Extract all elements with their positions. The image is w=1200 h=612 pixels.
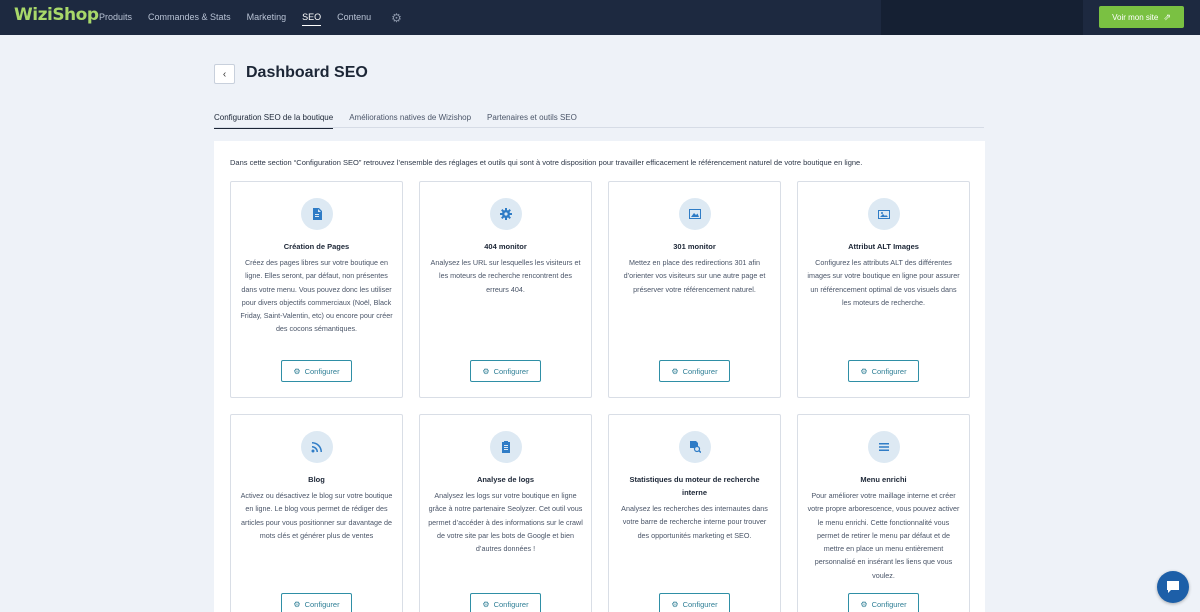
configure-label: Configurer [682,599,718,609]
configure-label: Configurer [493,599,529,609]
configure-label: Configurer [871,599,907,609]
nav-item-contenu[interactable]: Contenu [337,0,371,35]
top-navigation-bar: WiziShop Produits Commandes & Stats Mark… [0,0,1200,35]
card-description: Analysez les logs sur votre boutique en … [428,491,583,554]
gear-icon: ⚙ [482,599,490,609]
gear-icon: ⚙ [293,366,301,376]
card-description: Configurez les attributs ALT des différe… [807,258,960,307]
nav-item-marketing[interactable]: Marketing [247,0,287,35]
card-title: Blog [308,475,325,484]
image-icon [868,198,900,230]
card-title: 301 monitor [673,242,716,251]
intro-text: Dans cette section “Configuration SEO” r… [230,158,863,167]
logo-text-shop: Shop [52,5,99,25]
card-description: Pour améliorer votre maillage interne et… [807,491,960,580]
header-blank-area [881,0,1083,35]
gear-icon: ⚙ [671,366,679,376]
tab-configuration-seo[interactable]: Configuration SEO de la boutique [214,108,334,129]
card-title: Menu enrichi [860,475,907,484]
card-attribut-alt-images: Attribut ALT Images Configurez les attri… [797,181,970,398]
configure-button[interactable]: ⚙ Configurer [659,593,730,612]
configure-button[interactable]: ⚙ Configurer [470,593,541,612]
card-title: 404 monitor [484,242,527,251]
view-site-label: Voir mon site [1112,12,1159,22]
configure-button[interactable]: ⚙ Configurer [281,360,352,382]
card-analyse-logs: Analyse de logs Analysez les logs sur vo… [419,414,592,612]
chat-button[interactable] [1157,571,1189,603]
configure-label: Configurer [871,366,907,376]
card-description: Mettez en place des redirections 301 afi… [623,258,766,294]
main-nav: Produits Commandes & Stats Marketing SEO… [99,0,402,35]
card-title: Statistiques du moteur de recherche inte… [629,475,760,497]
configure-label: Configurer [682,366,718,376]
configure-label: Configurer [493,366,529,376]
card-title: Création de Pages [283,242,350,251]
gear-icon [490,198,522,230]
gear-icon: ⚙ [293,599,301,609]
gear-icon: ⚙ [860,366,868,376]
card-statistiques-moteur-recherche: Statistiques du moteur de recherche inte… [608,414,781,612]
configure-button[interactable]: ⚙ Configurer [470,360,541,382]
card-description: Créez des pages libres sur votre boutiqu… [240,258,393,334]
menu-icon [868,431,900,463]
card-blog: Blog Activez ou désactivez le blog sur v… [230,414,403,612]
chevron-left-icon: ‹ [222,68,227,80]
card-description: Analysez les recherches des internautes … [621,504,768,540]
configure-label: Configurer [304,599,340,609]
wizishop-logo[interactable]: WiziShop [14,5,99,25]
chat-icon [1167,581,1179,593]
external-link-icon: ⇗ [1163,11,1171,22]
nav-item-seo[interactable]: SEO [302,0,322,35]
card-description: Analysez les URL sur lesquelles les visi… [430,258,581,294]
page-title: Dashboard SEO [246,64,368,81]
back-button[interactable]: ‹ [214,64,235,84]
configure-button[interactable]: ⚙ Configurer [848,360,919,382]
card-title: Analyse de logs [476,475,535,484]
gear-icon: ⚙ [860,599,868,609]
configure-button[interactable]: ⚙ Configurer [848,593,919,612]
document-icon [301,198,333,230]
nav-item-produits[interactable]: Produits [99,0,132,35]
view-site-button[interactable]: Voir mon site ⇗ [1099,6,1184,28]
card-description: Activez ou désactivez le blog sur votre … [240,491,393,540]
card-menu-enrichi: Menu enrichi Pour améliorer votre mailla… [797,414,970,612]
tools-grid: Création de Pages Créez des pages libres… [230,181,970,612]
seo-config-panel: Dans cette section “Configuration SEO” r… [214,141,985,612]
configure-button[interactable]: ⚙ Configurer [659,360,730,382]
configure-button[interactable]: ⚙ Configurer [281,593,352,612]
clipboard-icon [490,431,522,463]
search-document-icon [679,431,711,463]
tab-ameliorations-natives[interactable]: Améliorations natives de Wizishop [349,108,471,128]
redirect-image-icon [679,198,711,230]
card-title: Attribut ALT Images [848,242,919,251]
gear-icon[interactable]: ⚙ [391,11,402,25]
card-301-monitor: 301 monitor Mettez en place des redirect… [608,181,781,398]
logo-text-wizi: Wizi [14,5,53,25]
tab-partenaires-outils[interactable]: Partenaires et outils SEO [487,108,577,128]
card-creation-pages: Création de Pages Créez des pages libres… [230,181,403,398]
tab-bar: Configuration SEO de la boutique Amélior… [214,108,984,129]
rss-icon [301,431,333,463]
gear-icon: ⚙ [482,366,490,376]
gear-icon: ⚙ [671,599,679,609]
card-404-monitor: 404 monitor Analysez les URL sur lesquel… [419,181,592,398]
nav-item-commandes-stats[interactable]: Commandes & Stats [148,0,231,35]
configure-label: Configurer [304,366,340,376]
